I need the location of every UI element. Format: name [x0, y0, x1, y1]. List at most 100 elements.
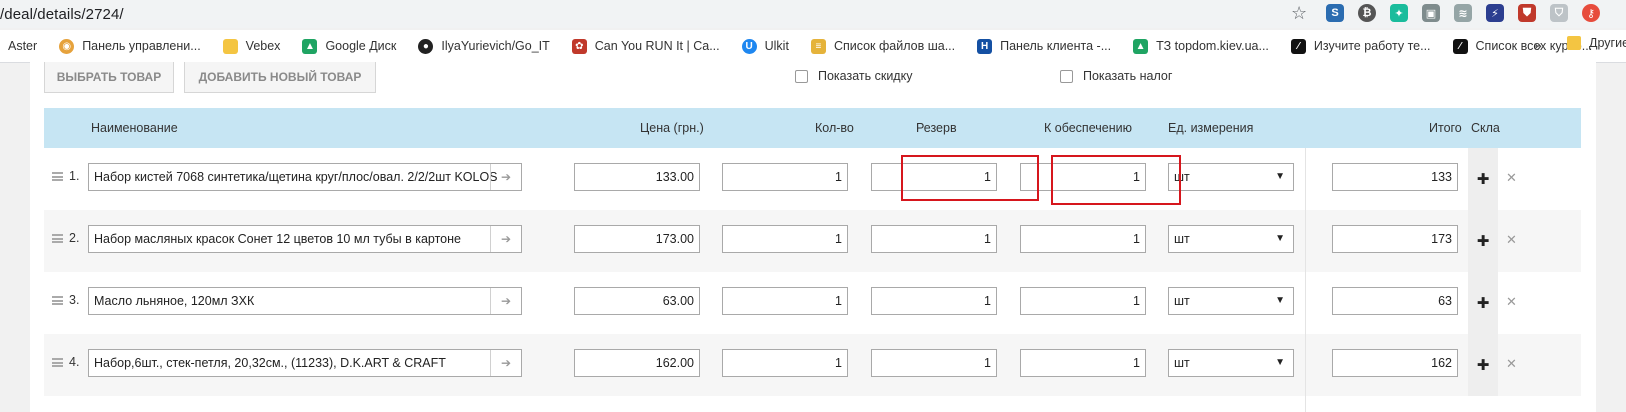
bookmark-item[interactable]: Aster	[8, 39, 37, 53]
drag-handle-icon[interactable]	[52, 234, 63, 243]
drag-handle-icon[interactable]	[52, 172, 63, 181]
column-divider	[1305, 148, 1306, 412]
arrow-right-icon[interactable]: ➔	[490, 288, 521, 314]
deal-products-panel: ВЫБРАТЬ ТОВАР ДОБАВИТЬ НОВЫЙ ТОВАР Показ…	[30, 62, 1596, 412]
to-supply-input[interactable]: 1	[1020, 287, 1146, 315]
header-total: Итого	[1429, 121, 1462, 135]
reserve-input[interactable]: 1	[871, 287, 997, 315]
google-drive-icon: ▲	[302, 38, 318, 54]
bookmark-item[interactable]: ✿ Can You RUN It | Ca...	[571, 38, 720, 54]
header-name: Наименование	[91, 121, 178, 135]
select-product-button[interactable]: ВЫБРАТЬ ТОВАР	[44, 62, 174, 93]
arrow-right-icon[interactable]: ➔	[490, 164, 521, 190]
price-input[interactable]: 133.00	[574, 163, 700, 191]
bookmark-item[interactable]: ▲ Google Диск	[302, 38, 397, 54]
unit-value: шт	[1174, 294, 1190, 308]
extension-coin-icon[interactable]: ₿	[1358, 4, 1376, 22]
add-warehouse-button[interactable]: ✚	[1468, 272, 1498, 334]
to-supply-input[interactable]: 1	[1020, 349, 1146, 377]
arrow-right-icon[interactable]: ➔	[490, 226, 521, 252]
product-name-input[interactable]: Масло льняное, 120мл ЗХК ➔	[88, 287, 522, 315]
remove-row-icon[interactable]: ✕	[1506, 232, 1517, 248]
extension-s-icon[interactable]: S	[1326, 4, 1344, 22]
table-header: Наименование Цена (грн.) Кол-во Резерв К…	[44, 108, 1581, 148]
unit-select[interactable]: шт ▼	[1168, 287, 1294, 315]
extension-bird-icon[interactable]: ✦	[1390, 4, 1408, 22]
remove-row-icon[interactable]: ✕	[1506, 170, 1517, 186]
price-input[interactable]: 162.00	[574, 349, 700, 377]
product-name-text: Набор,6шт., стек-петля, 20,32см., (11233…	[94, 356, 446, 370]
show-tax-label: Показать налог	[1083, 69, 1173, 83]
bookmarks-bar: Aster ◉ Панель управлени... Vebex ▲ Google…	[0, 30, 1626, 63]
extension-shield-icon[interactable]: ⛊	[1518, 4, 1536, 22]
extension-key-icon[interactable]: ⚷	[1582, 4, 1600, 22]
bookmark-label: Ulkit	[764, 39, 789, 53]
product-name-input[interactable]: Набор кистей 7068 синтетика/щетина круг/…	[88, 163, 522, 191]
bookmark-star-icon[interactable]: ☆	[1291, 3, 1307, 24]
add-warehouse-button[interactable]: ✚	[1468, 334, 1498, 396]
file-list-icon: ≡	[810, 38, 826, 54]
plus-icon: ✚	[1476, 233, 1490, 250]
extension-window-icon[interactable]: ▣	[1422, 4, 1440, 22]
arrow-right-icon[interactable]: ➔	[490, 350, 521, 376]
bookmark-item[interactable]: H Панель клиента -...	[977, 38, 1112, 54]
bookmark-item[interactable]: U Ulkit	[741, 38, 789, 54]
qty-input[interactable]: 1	[722, 225, 848, 253]
extension-layers-icon[interactable]: ≋	[1454, 4, 1472, 22]
remove-row-icon[interactable]: ✕	[1506, 294, 1517, 310]
product-name-input[interactable]: Набор,6шт., стек-петля, 20,32см., (11233…	[88, 349, 522, 377]
price-input[interactable]: 63.00	[574, 287, 700, 315]
price-input[interactable]: 173.00	[574, 225, 700, 253]
other-bookmarks-label: Другие	[1589, 36, 1626, 50]
qty-input[interactable]: 1	[722, 287, 848, 315]
qty-input[interactable]: 1	[722, 349, 848, 377]
total-input[interactable]: 133	[1332, 163, 1458, 191]
total-input[interactable]: 173	[1332, 225, 1458, 253]
canyourunit-icon: ✿	[571, 38, 587, 54]
unit-select[interactable]: шт ▼	[1168, 163, 1294, 191]
bookmark-item[interactable]: ◉ Панель управлени...	[59, 38, 201, 54]
reserve-input[interactable]: 1	[871, 225, 997, 253]
bookmark-item[interactable]: ⁄ Изучите работу те...	[1290, 38, 1431, 54]
github-icon: ●	[418, 38, 434, 54]
bookmark-label: Панель клиента -...	[1000, 39, 1112, 53]
remove-row-icon[interactable]: ✕	[1506, 356, 1517, 372]
extension-bolt-icon[interactable]: ⚡	[1486, 4, 1504, 22]
extension-shield-gray-icon[interactable]: ⛉	[1550, 4, 1568, 22]
bookmarks-more-button[interactable]: »	[1534, 37, 1542, 53]
bookmark-item[interactable]: ● IlyaYurievich/Go_IT	[418, 38, 550, 54]
show-tax-checkbox[interactable]: Показать налог	[1060, 69, 1172, 83]
reserve-input[interactable]: 1	[871, 349, 997, 377]
checkbox-icon[interactable]	[795, 69, 808, 83]
highlight-to-supply	[1051, 155, 1181, 205]
total-input[interactable]: 162	[1332, 349, 1458, 377]
bookmark-item[interactable]: ▲ ТЗ topdom.kiev.ua...	[1133, 38, 1269, 54]
table-row: 1. Набор кистей 7068 синтетика/щетина кр…	[44, 148, 1581, 210]
unit-select[interactable]: шт ▼	[1168, 349, 1294, 377]
product-name-text: Набор масляных красок Сонет 12 цветов 10…	[94, 232, 461, 246]
table-row: 3. Масло льняное, 120мл ЗХК ➔ 63.00 1 1 1…	[44, 272, 1581, 334]
to-supply-input[interactable]: 1	[1020, 225, 1146, 253]
drag-handle-icon[interactable]	[52, 296, 63, 305]
bookmark-item[interactable]: Vebex	[222, 38, 280, 54]
add-warehouse-button[interactable]: ✚	[1468, 210, 1498, 272]
drag-handle-icon[interactable]	[52, 358, 63, 367]
unit-select[interactable]: шт ▼	[1168, 225, 1294, 253]
show-discount-checkbox[interactable]: Показать скидку	[795, 69, 912, 83]
google-drive-icon: ▲	[1133, 38, 1149, 54]
total-input[interactable]: 63	[1332, 287, 1458, 315]
product-name-text: Набор кистей 7068 синтетика/щетина круг/…	[94, 170, 498, 184]
checkbox-icon[interactable]	[1060, 69, 1073, 83]
product-name-input[interactable]: Набор масляных красок Сонет 12 цветов 10…	[88, 225, 522, 253]
row-number: 2.	[69, 231, 80, 245]
add-new-product-button[interactable]: ДОБАВИТЬ НОВЫЙ ТОВАР	[184, 62, 376, 93]
address-bar[interactable]: /deal/details/2724/	[0, 6, 124, 23]
bookmark-item[interactable]: ≡ Список файлов ша...	[810, 38, 955, 54]
bookmark-label: Панель управлени...	[82, 39, 201, 53]
bookmark-label: Google Диск	[325, 39, 397, 53]
qty-input[interactable]: 1	[722, 163, 848, 191]
add-warehouse-button[interactable]: ✚	[1468, 148, 1498, 210]
other-bookmarks[interactable]: Другие	[1567, 36, 1626, 50]
bookmark-label: Aster	[8, 39, 38, 53]
row-number: 1.	[69, 169, 80, 183]
